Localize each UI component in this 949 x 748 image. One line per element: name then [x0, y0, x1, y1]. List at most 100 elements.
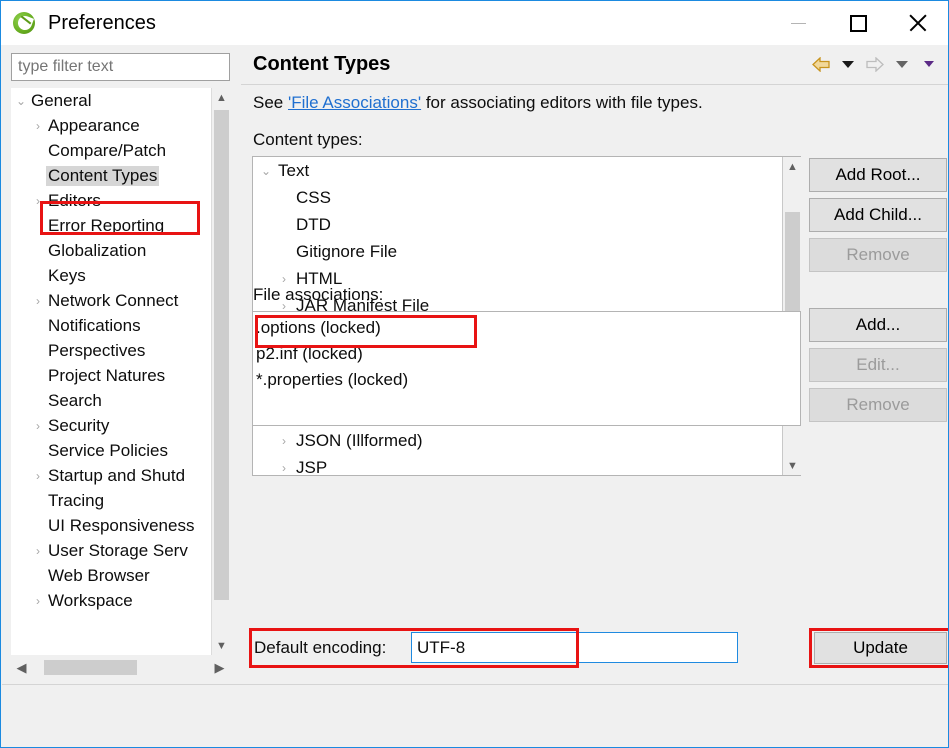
minimize-button[interactable] — [768, 1, 828, 45]
sidebar-item-search[interactable]: Search — [11, 388, 211, 413]
remove-association-button: Remove — [809, 388, 947, 422]
page-title: Content Types — [253, 53, 391, 75]
file-association-row[interactable]: p2.inf (locked) — [256, 341, 800, 367]
menu-chevron-down-icon[interactable] — [918, 54, 940, 74]
sidebar-item-error-reporting[interactable]: Error Reporting — [11, 213, 211, 238]
sidebar-item-startup-and-shutd[interactable]: › Startup and Shutd — [11, 463, 211, 488]
content-type-row[interactable]: › JSP — [253, 454, 800, 476]
add-child-button[interactable]: Add Child... — [809, 198, 947, 232]
forward-dropdown-chevron-down-icon[interactable] — [891, 54, 913, 74]
chevron-right-icon[interactable]: › — [275, 434, 293, 448]
chevron-down-icon[interactable]: ⌄ — [13, 94, 29, 108]
sidebar-item-compare-patch[interactable]: Compare/Patch — [11, 138, 211, 163]
sidebar-hscroll-thumb[interactable] — [44, 660, 137, 675]
sidebar-item-ui-responsiveness[interactable]: UI Responsiveness — [11, 513, 211, 538]
chevron-right-icon[interactable]: › — [30, 194, 46, 208]
close-button[interactable] — [888, 1, 948, 45]
sidebar-item-label: Error Reporting — [48, 215, 165, 235]
content-type-row[interactable]: CSS — [253, 184, 800, 211]
sidebar-item-service-policies[interactable]: Service Policies — [11, 438, 211, 463]
chevron-right-icon[interactable]: › — [30, 419, 46, 433]
chevron-down-icon[interactable]: ⌄ — [257, 164, 275, 178]
sidebar-tree[interactable]: ⌄ General › Appearance Compare/Patch Content … — [11, 88, 230, 655]
sidebar-item-label: Tracing — [48, 490, 105, 510]
sidebar-item-project-natures[interactable]: Project Natures — [11, 363, 211, 388]
remove-content-type-button: Remove — [809, 238, 947, 272]
file-association-row[interactable]: .options (locked) — [256, 315, 800, 341]
content-type-row[interactable]: Gitignore File — [253, 238, 800, 265]
sidebar-horizontal-scrollbar[interactable]: ◀ ▶ — [11, 657, 230, 678]
sidebar-item-label: Compare/Patch — [48, 140, 167, 160]
sidebar-item-web-browser[interactable]: Web Browser — [11, 563, 211, 588]
sidebar-item-general[interactable]: ⌄ General — [11, 88, 211, 113]
scroll-right-icon[interactable]: ▶ — [209, 657, 230, 678]
scroll-left-icon[interactable]: ◀ — [11, 657, 32, 678]
chevron-right-icon[interactable]: › — [30, 469, 46, 483]
content-type-row[interactable]: › JSON (Illformed) — [253, 427, 800, 454]
sidebar-item-perspectives[interactable]: Perspectives — [11, 338, 211, 363]
content-type-row[interactable]: DTD — [253, 211, 800, 238]
maximize-button[interactable] — [828, 1, 888, 45]
file-associations-label: File associations: — [253, 285, 384, 304]
description-line: See 'File Associations' for associating … — [253, 93, 703, 113]
sidebar-scroll-thumb[interactable] — [214, 110, 229, 600]
sidebar-item-label: Service Policies — [48, 440, 168, 460]
sidebar-item-network-connect[interactable]: › Network Connect — [11, 288, 211, 313]
file-associations-list[interactable]: .options (locked) p2.inf (locked) *.proper… — [252, 311, 801, 426]
edit-association-button: Edit... — [809, 348, 947, 382]
window-controls — [768, 1, 948, 45]
chevron-right-icon[interactable]: › — [30, 544, 46, 558]
sidebar-item-notifications[interactable]: Notifications — [11, 313, 211, 338]
scroll-up-icon[interactable]: ▲ — [212, 88, 231, 107]
chevron-right-icon[interactable]: › — [30, 594, 46, 608]
sidebar-item-tracing[interactable]: Tracing — [11, 488, 211, 513]
ct-scroll-down-icon[interactable]: ▼ — [783, 456, 802, 475]
content-type-row[interactable]: ⌄ Text — [253, 157, 800, 184]
filter-input[interactable] — [11, 53, 230, 81]
sidebar-item-label: Network Connect — [48, 290, 179, 310]
forward-arrow-icon[interactable] — [864, 54, 886, 74]
default-encoding-label: Default encoding: — [254, 638, 387, 657]
chevron-right-icon[interactable]: › — [30, 294, 46, 308]
sidebar-item-label: Search — [48, 390, 102, 410]
sidebar-item-keys[interactable]: Keys — [11, 263, 211, 288]
sidebar-item-editors[interactable]: › Editors — [11, 188, 211, 213]
footer-bar: ? Apply and Close Cancel https://blog.cs… — [2, 684, 948, 747]
chevron-right-icon[interactable]: › — [30, 119, 46, 133]
sidebar-item-label: Keys — [48, 265, 86, 285]
content-type-label: Gitignore File — [296, 241, 398, 261]
scroll-down-icon[interactable]: ▼ — [212, 636, 231, 655]
sidebar-item-label: Workspace — [48, 590, 133, 610]
sidebar-vertical-scrollbar[interactable]: ▲ ▼ — [211, 88, 230, 655]
sidebar-item-globalization[interactable]: Globalization — [11, 238, 211, 263]
content-types-label: Content types: — [253, 130, 363, 149]
chevron-right-icon[interactable]: › — [275, 272, 293, 286]
sidebar-item-label: Notifications — [48, 315, 141, 335]
file-association-row[interactable]: *.properties (locked) — [256, 367, 800, 393]
update-button[interactable]: Update — [814, 632, 947, 664]
add-root-button[interactable]: Add Root... — [809, 158, 947, 192]
sidebar-item-appearance[interactable]: › Appearance — [11, 113, 211, 138]
sidebar-item-user-storage-serv[interactable]: › User Storage Serv — [11, 538, 211, 563]
content-type-label: JSP — [296, 457, 328, 476]
ct-scroll-thumb[interactable] — [785, 212, 800, 327]
sidebar-item-label: General — [31, 90, 92, 110]
content-type-label: Text — [278, 160, 310, 180]
maximize-icon — [849, 14, 867, 32]
default-encoding-input[interactable] — [411, 632, 738, 663]
sidebar-item-security[interactable]: › Security — [11, 413, 211, 438]
sidebar-item-label: Project Natures — [48, 365, 166, 385]
ct-scroll-up-icon[interactable]: ▲ — [783, 157, 802, 176]
file-associations-link[interactable]: 'File Associations' — [288, 93, 421, 112]
chevron-right-icon[interactable]: › — [275, 461, 293, 475]
sidebar-item-content-types[interactable]: Content Types — [11, 163, 211, 188]
back-dropdown-chevron-down-icon[interactable] — [837, 54, 859, 74]
eclipse-leaf-icon — [11, 9, 39, 37]
back-arrow-icon[interactable] — [810, 54, 832, 74]
sidebar-item-workspace[interactable]: › Workspace — [11, 588, 211, 613]
content-type-label: CSS — [296, 187, 331, 207]
description-suffix: for associating editors with file types. — [421, 93, 703, 112]
add-association-button[interactable]: Add... — [809, 308, 947, 342]
sidebar-item-label: Content Types — [46, 165, 160, 186]
sidebar-item-label: User Storage Serv — [48, 540, 188, 560]
